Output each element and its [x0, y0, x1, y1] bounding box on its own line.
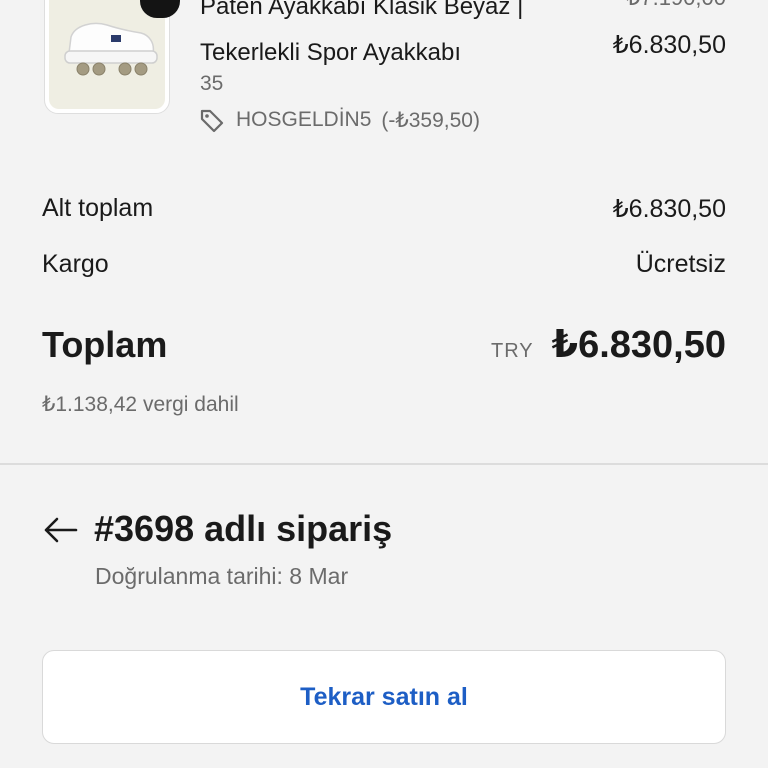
- discount-amount: (-₺359,50): [381, 108, 480, 132]
- current-price: ₺6.830,50: [612, 31, 726, 59]
- confirmation-date: Doğrulanma tarihi: 8 Mar: [95, 563, 349, 589]
- order-status-page: Paten Ayakkabı Klasik Beyaz | Tekerlekli…: [0, 0, 768, 768]
- sneaker-image: [64, 22, 158, 76]
- product-image: [49, 0, 165, 109]
- subtotal-value: ₺6.830,50: [612, 195, 726, 223]
- currency-code: TRY: [491, 340, 534, 362]
- shipping-value: Ücretsiz: [635, 250, 726, 278]
- back-button[interactable]: [38, 510, 82, 554]
- order-title: #3698 adlı sipariş: [94, 508, 393, 549]
- original-price: ₺7.190,00: [626, 0, 726, 12]
- tag-icon: [198, 106, 226, 134]
- section-divider: [0, 463, 768, 465]
- product-variant: 35: [200, 72, 224, 95]
- subtotal-label: Alt toplam: [42, 194, 154, 222]
- buy-again-button[interactable]: Tekrar satın al: [42, 650, 726, 744]
- arrow-left-icon: [42, 516, 78, 549]
- total-price: TRY ₺6.830,50: [491, 322, 726, 367]
- discount-code: HOSGELDİN5 (-₺359,50): [198, 106, 480, 134]
- product-name: Paten Ayakkabı Klasik Beyaz | Tekerlekli…: [200, 0, 524, 66]
- shipping-label: Kargo: [42, 250, 109, 278]
- tax-note: ₺1.138,42 vergi dahil: [42, 393, 239, 416]
- discount-code-label: HOSGELDİN5: [236, 108, 372, 131]
- total-amount: ₺6.830,50: [551, 324, 726, 366]
- total-label: Toplam: [42, 324, 168, 365]
